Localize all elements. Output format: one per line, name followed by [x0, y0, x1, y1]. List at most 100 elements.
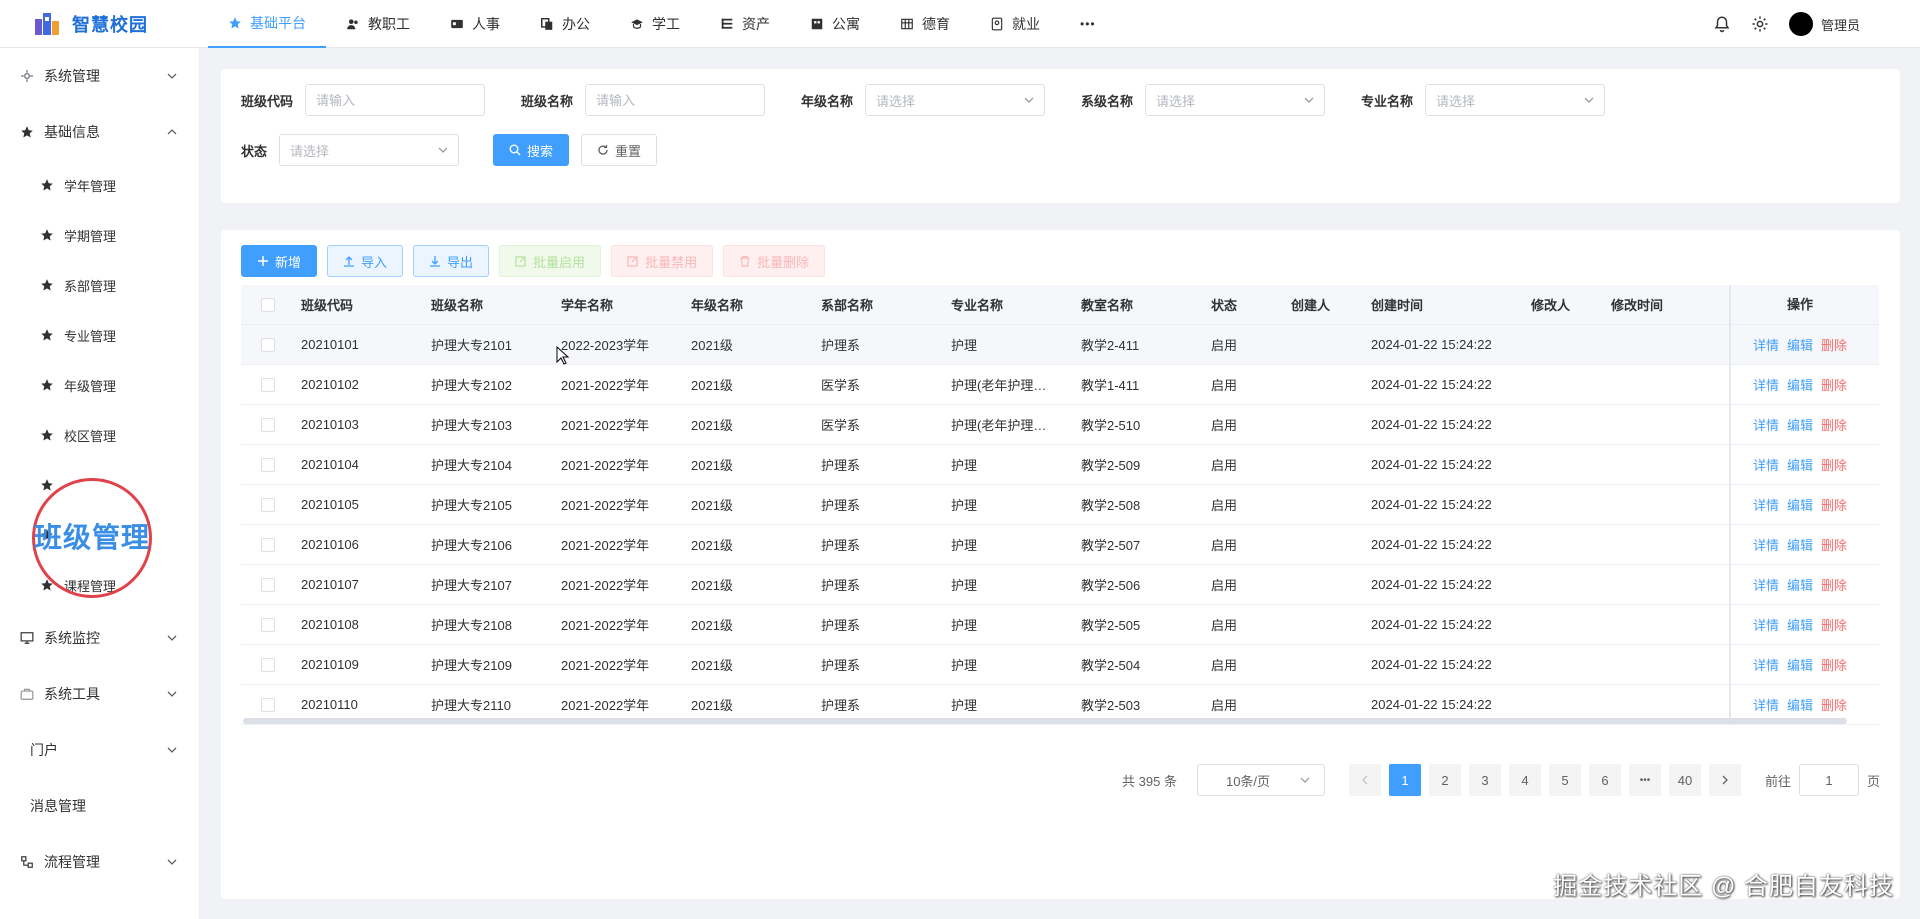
row-checkbox[interactable] [261, 618, 275, 633]
page-button[interactable]: 5 [1548, 764, 1581, 796]
gear-icon[interactable] [1751, 15, 1769, 33]
major-name-select[interactable]: 请选择 [1425, 84, 1606, 116]
delete-link[interactable]: 删除 [1821, 615, 1847, 634]
topnav-moral-education[interactable]: 德育 [880, 0, 970, 48]
sidebar-group-workflow[interactable]: 流程管理 [0, 834, 199, 890]
delete-link[interactable]: 删除 [1821, 455, 1847, 474]
topnav-hr[interactable]: 人事 [430, 0, 520, 48]
page-button[interactable]: 2 [1428, 764, 1461, 796]
column-header[interactable]: 修改人 [1521, 295, 1601, 314]
column-header[interactable]: 修改时间 [1601, 295, 1729, 314]
table-row[interactable]: 20210101 护理大专2101 2022-2023学年 2021级 护理系 护理 教学2… [241, 324, 1879, 365]
sidebar-item-campus[interactable]: 校区管理 [0, 410, 199, 460]
sidebar-item-course[interactable]: 课程管理 [0, 560, 199, 610]
column-header[interactable]: 创建人 [1281, 295, 1361, 314]
export-button[interactable]: 导出 [413, 245, 490, 277]
batch-disable-button[interactable]: 批量禁用 [611, 245, 714, 277]
class-name-input[interactable] [585, 84, 766, 116]
column-header[interactable]: 班级代码 [291, 295, 421, 314]
edit-link[interactable]: 编辑 [1787, 495, 1813, 514]
page-button[interactable]: 3 [1468, 764, 1501, 796]
user-menu[interactable]: 管理员 [1788, 12, 1860, 36]
table-row[interactable]: 20210109 护理大专2109 2021-2022学年 2021级 护理系 护理 教学2… [241, 644, 1879, 685]
batch-delete-button[interactable]: 批量删除 [723, 245, 826, 277]
edit-link[interactable]: 编辑 [1787, 335, 1813, 354]
topnav-student-affairs[interactable]: 学工 [610, 0, 700, 48]
app-logo[interactable]: 智慧校园 [0, 0, 200, 48]
sidebar-group-basic-info[interactable]: 基础信息 [0, 104, 199, 160]
sidebar-item-message[interactable]: 消息管理 [0, 778, 199, 834]
topnav-employment[interactable]: 就业 [970, 0, 1060, 48]
detail-link[interactable]: 详情 [1753, 535, 1779, 554]
column-header[interactable]: 年级名称 [681, 295, 811, 314]
delete-link[interactable]: 删除 [1821, 695, 1847, 714]
row-checkbox[interactable] [261, 498, 275, 513]
prev-page-button[interactable] [1348, 764, 1381, 796]
edit-link[interactable]: 编辑 [1787, 375, 1813, 394]
topnav-more[interactable]: ••• [1060, 0, 1116, 48]
edit-link[interactable]: 编辑 [1787, 615, 1813, 634]
detail-link[interactable]: 详情 [1753, 695, 1779, 714]
column-header[interactable]: 状态 [1201, 295, 1281, 314]
table-row[interactable]: 20210106 护理大专2106 2021-2022学年 2021级 护理系 护理 教学2… [241, 524, 1879, 565]
detail-link[interactable]: 详情 [1753, 655, 1779, 674]
sidebar-group-portal[interactable]: 门户 [0, 722, 199, 778]
row-checkbox[interactable] [261, 538, 275, 553]
edit-link[interactable]: 编辑 [1787, 455, 1813, 474]
topnav-staff[interactable]: 教职工 [326, 0, 430, 48]
delete-link[interactable]: 删除 [1821, 495, 1847, 514]
status-select[interactable]: 请选择 [279, 134, 460, 166]
delete-link[interactable]: 删除 [1821, 655, 1847, 674]
topnav-basic-platform[interactable]: 基础平台 [208, 0, 326, 48]
delete-link[interactable]: 删除 [1821, 575, 1847, 594]
row-checkbox[interactable] [261, 578, 275, 593]
class-code-input[interactable] [305, 84, 486, 116]
row-checkbox[interactable] [261, 338, 275, 353]
topnav-assets[interactable]: 资产 [700, 0, 790, 48]
page-button[interactable]: 40 [1668, 764, 1701, 796]
edit-link[interactable]: 编辑 [1787, 655, 1813, 674]
bell-icon[interactable] [1713, 15, 1731, 33]
delete-link[interactable]: 删除 [1821, 535, 1847, 554]
next-page-button[interactable] [1708, 764, 1741, 796]
import-button[interactable]: 导入 [327, 245, 404, 277]
column-header[interactable]: 专业名称 [941, 295, 1071, 314]
detail-link[interactable]: 详情 [1753, 615, 1779, 634]
search-button[interactable]: 搜索 [493, 134, 570, 166]
edit-link[interactable]: 编辑 [1787, 695, 1813, 714]
table-row[interactable]: 20210108 护理大专2108 2021-2022学年 2021级 护理系 护理 教学2… [241, 604, 1879, 645]
reset-button[interactable]: 重置 [581, 134, 658, 166]
sidebar-item-academic-year[interactable]: 学年管理 [0, 160, 199, 210]
table-row[interactable]: 20210104 护理大专2104 2021-2022学年 2021级 护理系 护理 教学2… [241, 444, 1879, 485]
sidebar-item-grade[interactable]: 年级管理 [0, 360, 199, 410]
sidebar-group-system-monitor[interactable]: 系统监控 [0, 610, 199, 666]
sidebar-item-department[interactable]: 系部管理 [0, 260, 199, 310]
row-checkbox[interactable] [261, 378, 275, 393]
delete-link[interactable]: 删除 [1821, 415, 1847, 434]
table-row[interactable]: 20210102 护理大专2102 2021-2022学年 2021级 医学系 护理(老年… [241, 364, 1879, 405]
detail-link[interactable]: 详情 [1753, 495, 1779, 514]
row-checkbox[interactable] [261, 658, 275, 673]
column-header[interactable]: 创建时间 [1361, 295, 1521, 314]
page-size-select[interactable]: 10条/页 [1196, 764, 1325, 796]
topnav-office[interactable]: 办公 [520, 0, 610, 48]
detail-link[interactable]: 详情 [1753, 455, 1779, 474]
sidebar-group-system-manage[interactable]: 系统管理 [0, 48, 199, 104]
horizontal-scrollbar[interactable] [243, 718, 1847, 724]
row-checkbox[interactable] [261, 458, 275, 473]
sidebar-item-building[interactable] [0, 460, 199, 510]
batch-enable-button[interactable]: 批量启用 [499, 245, 602, 277]
table-row[interactable]: 20210105 护理大专2105 2021-2022学年 2021级 护理系 护理 教学2… [241, 484, 1879, 525]
page-button[interactable]: 1 [1388, 764, 1421, 796]
column-header[interactable]: 教室名称 [1071, 295, 1201, 314]
sidebar-item-class[interactable] [0, 510, 199, 560]
edit-link[interactable]: 编辑 [1787, 415, 1813, 434]
table-row[interactable]: 20210103 护理大专2103 2021-2022学年 2021级 医学系 护理(老年… [241, 404, 1879, 445]
topnav-dormitory[interactable]: 公寓 [790, 0, 880, 48]
row-checkbox[interactable] [261, 418, 275, 433]
detail-link[interactable]: 详情 [1753, 335, 1779, 354]
add-button[interactable]: 新增 [241, 245, 318, 277]
grade-name-select[interactable]: 请选择 [865, 84, 1046, 116]
more-pages-button[interactable]: ••• [1628, 764, 1661, 796]
sidebar-item-major[interactable]: 专业管理 [0, 310, 199, 360]
